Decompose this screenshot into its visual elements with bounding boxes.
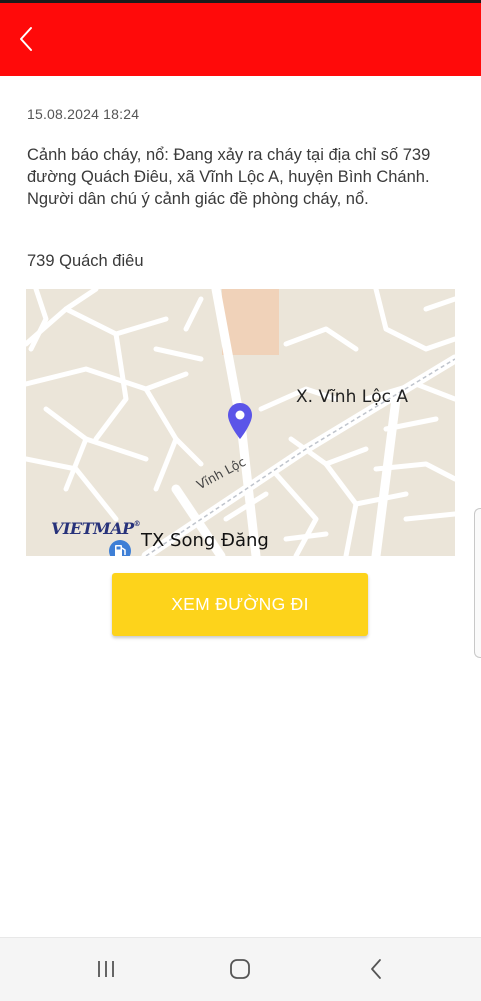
back-button[interactable] bbox=[18, 17, 58, 61]
back-icon bbox=[371, 959, 381, 979]
chevron-left-icon bbox=[20, 27, 32, 51]
edge-panel-handle[interactable] bbox=[474, 508, 481, 658]
home-button[interactable] bbox=[222, 954, 258, 984]
system-navigation-bar bbox=[0, 937, 481, 1001]
view-directions-button[interactable]: XEM ĐƯỜNG ĐI bbox=[112, 573, 368, 636]
location-pin-icon bbox=[228, 403, 252, 439]
notification-timestamp: 15.08.2024 18:24 bbox=[27, 106, 140, 122]
view-directions-label: XEM ĐƯỜNG ĐI bbox=[171, 594, 309, 614]
location-map[interactable]: X. Vĩnh Lộc A Vĩnh Lộc VIETMAP® TX Song … bbox=[26, 289, 455, 556]
map-label-commune: X. Vĩnh Lộc A bbox=[296, 387, 409, 407]
notification-message: Cảnh báo cháy, nổ: Đang xảy ra cháy tại … bbox=[27, 146, 431, 208]
app-header bbox=[0, 3, 481, 76]
gas-station-icon bbox=[109, 540, 131, 556]
recent-apps-button[interactable] bbox=[88, 954, 124, 984]
home-icon bbox=[230, 959, 250, 979]
map-label-poi: TX Song Đăng bbox=[141, 530, 269, 551]
recent-apps-icon bbox=[98, 961, 114, 977]
system-back-button[interactable] bbox=[358, 954, 394, 984]
vietmap-logo: VIETMAP® bbox=[51, 519, 141, 538]
notification-address: 739 Quách điêu bbox=[27, 252, 144, 270]
